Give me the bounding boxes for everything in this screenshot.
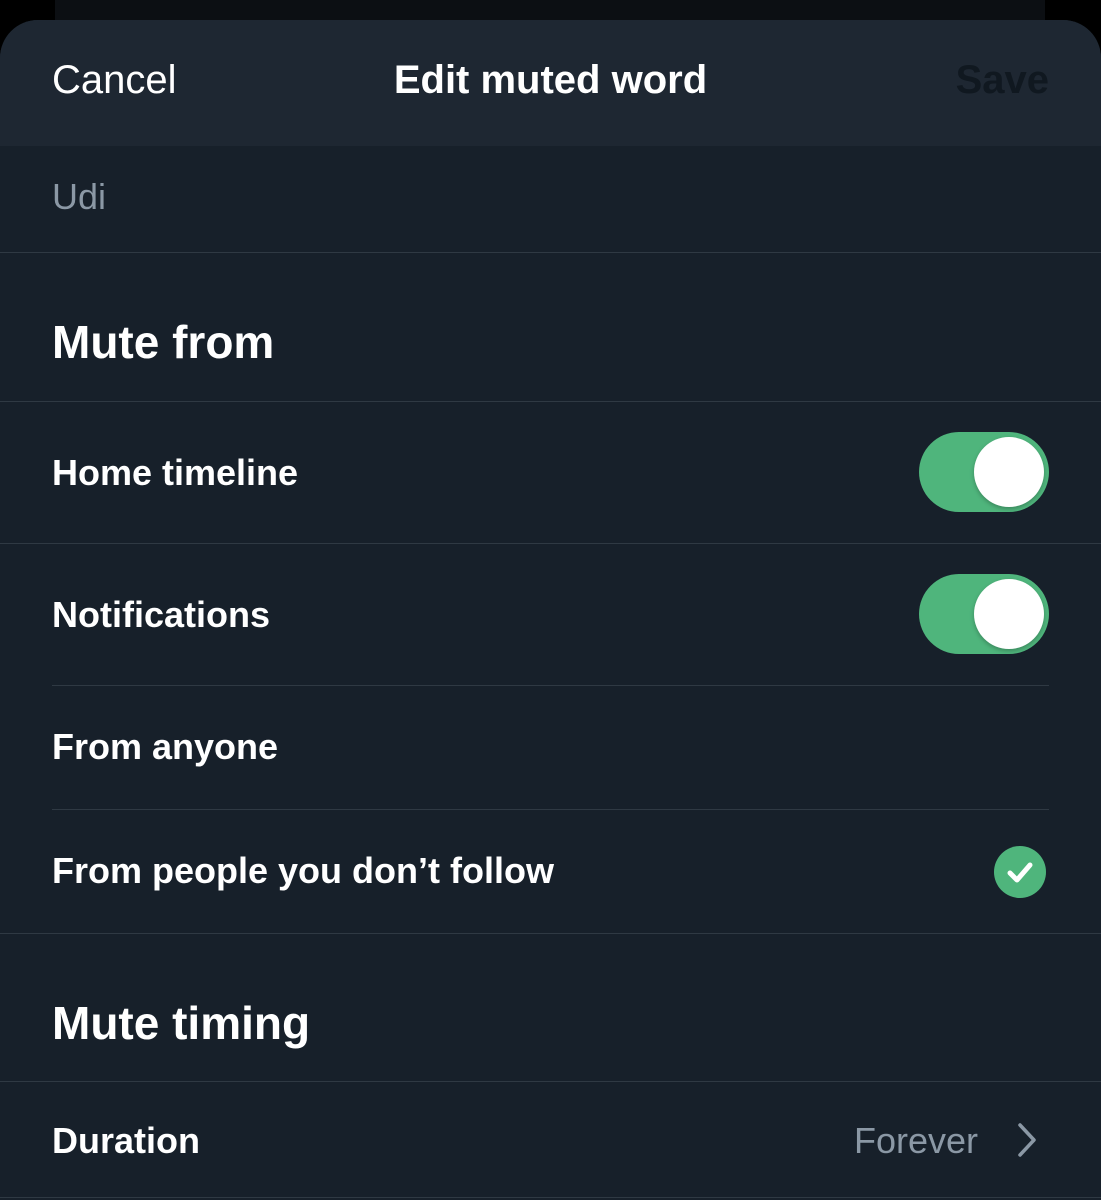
notifications-label: Notifications [52,594,271,635]
mute-timing-section-header: Mute timing [0,934,1101,1082]
toggle-knob [974,579,1044,649]
page-title: Edit muted word [393,58,708,102]
from-anyone-option[interactable]: From anyone [0,686,1101,810]
muted-word-input[interactable]: Udi [52,176,106,218]
muted-word-field-row: Udi [0,146,1101,253]
from-anyone-label: From anyone [52,726,279,767]
toggle-knob [974,437,1044,507]
mute-timing-title: Mute timing [52,997,311,1049]
notifications-row: Notifications [0,544,1101,686]
chevron-right-icon [1015,1122,1039,1163]
mute-from-title: Mute from [52,316,275,368]
mute-from-section-header: Mute from [0,253,1101,402]
home-timeline-label: Home timeline [52,452,299,493]
duration-row[interactable]: Duration Forever [0,1082,1101,1198]
duration-value: Forever [853,1120,978,1161]
from-people-you-dont-follow-option[interactable]: From people you don’t follow [0,810,1101,934]
duration-label: Duration [52,1120,200,1161]
from-people-you-dont-follow-label: From people you don’t follow [52,850,554,891]
navigation-bar: Cancel Edit muted word Save [0,20,1101,146]
checkmark-circle-icon [994,846,1046,898]
notifications-toggle[interactable] [919,574,1049,654]
save-button[interactable]: Save [956,58,1049,103]
home-timeline-toggle[interactable] [919,432,1049,512]
home-timeline-row: Home timeline [0,402,1101,544]
edit-muted-word-sheet: Cancel Edit muted word Save Udi Mute fro… [0,20,1101,1200]
